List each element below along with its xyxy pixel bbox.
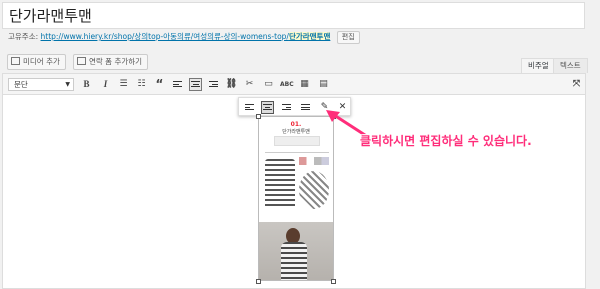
add-contact-form-button[interactable]: 연락 폼 추가하기: [73, 54, 149, 70]
add-contact-form-label: 연락 폼 추가하기: [89, 57, 143, 66]
post-title-input[interactable]: 단가라맨투맨: [2, 2, 585, 29]
read-more-icon[interactable]: ▭: [262, 78, 275, 91]
color-swatches: [299, 157, 329, 165]
image-align-left-icon[interactable]: [243, 101, 256, 114]
resize-handle-bl[interactable]: [256, 279, 261, 284]
format-select-value: 문단: [14, 80, 28, 89]
detail-closeup-image: [299, 171, 329, 209]
align-center-icon[interactable]: [189, 78, 202, 91]
expand-icon[interactable]: ⤧: [570, 78, 583, 91]
striped-shirt-image: [265, 159, 295, 209]
toolbar-toggle-icon[interactable]: ▤: [317, 78, 330, 91]
resize-handle-br[interactable]: [331, 279, 336, 284]
resize-handle-tl[interactable]: [256, 114, 261, 119]
spellcheck-icon[interactable]: ABC: [280, 78, 294, 91]
permalink-url[interactable]: http://www.hiery.kr/shop/상의top-아동의류/여성의류…: [41, 32, 289, 41]
add-media-button[interactable]: 미디어 추가: [7, 54, 66, 70]
permalink-row: 고유주소: http://www.hiery.kr/shop/상의top-아동의…: [8, 31, 360, 44]
permalink-edit-button[interactable]: 편집: [336, 31, 360, 44]
align-left-icon[interactable]: [171, 78, 184, 91]
price-box: [274, 136, 320, 146]
numbered-list-icon[interactable]: ☷: [135, 78, 148, 91]
format-select[interactable]: 문단 ▼: [8, 78, 74, 91]
divider: [265, 152, 329, 153]
italic-icon[interactable]: I: [99, 78, 112, 91]
permalink-label: 고유주소:: [8, 32, 39, 41]
media-icon: [11, 57, 20, 65]
editor-toolbar: 문단 ▼ B I ☰ ☷ “ ⛓ ✂ ▭ ABC ▦ ▤ ⤧: [3, 74, 585, 95]
tab-visual[interactable]: 비주얼: [521, 58, 556, 73]
unlink-icon[interactable]: ✂: [243, 78, 256, 91]
image-align-center-icon[interactable]: [261, 101, 274, 114]
bullet-list-icon[interactable]: ☰: [117, 78, 130, 91]
blockquote-icon[interactable]: “: [153, 78, 166, 91]
tab-text[interactable]: 텍스트: [553, 58, 588, 73]
image-align-right-icon[interactable]: [280, 101, 293, 114]
fullscreen-icon[interactable]: ▦: [298, 78, 311, 91]
align-right-icon[interactable]: [207, 78, 220, 91]
chevron-down-icon: ▼: [65, 81, 70, 88]
link-icon[interactable]: ⛓: [225, 78, 238, 91]
annotation-text: 클릭하시면 편집하실 수 있습니다.: [360, 134, 532, 148]
model-photo: [259, 222, 333, 280]
permalink-slug[interactable]: 단가라맨투맨: [288, 32, 331, 41]
image-align-none-icon[interactable]: [299, 101, 312, 114]
contact-form-icon: [77, 57, 86, 65]
add-media-label: 미디어 추가: [23, 57, 60, 66]
bold-icon[interactable]: B: [80, 78, 93, 91]
model-shirt: [281, 242, 307, 280]
